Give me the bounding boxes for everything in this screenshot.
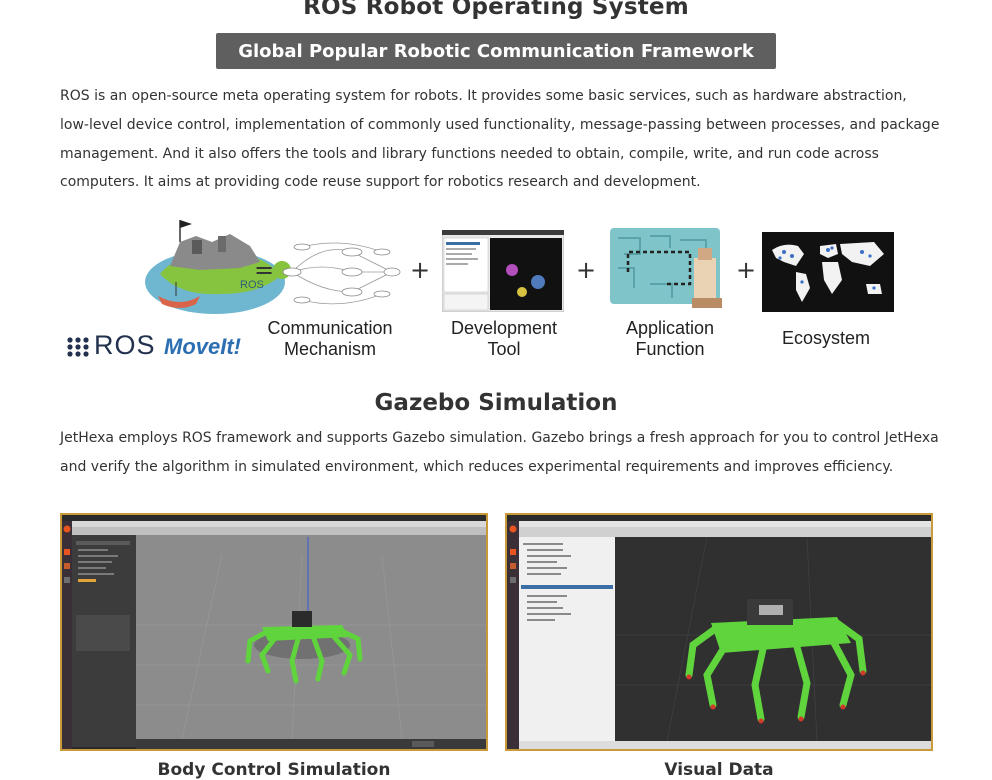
plus-sign-3: +	[736, 256, 757, 284]
page-title: ROS Robot Operating System	[303, 0, 689, 20]
rviz-window-image	[507, 515, 931, 749]
application-function-image	[610, 228, 722, 308]
caption-application: Application Function	[625, 318, 715, 359]
gazebo-window-image	[62, 515, 486, 749]
gazebo-paragraph: JetHexa employs ROS framework and suppor…	[60, 430, 939, 475]
ecosystem-map-image	[762, 232, 894, 312]
gazebo-title: Gazebo Simulation	[374, 390, 618, 416]
ros-logo-text: ROS	[94, 330, 156, 360]
plus-sign-1: +	[410, 256, 431, 284]
plus-sign-2: +	[576, 256, 597, 284]
caption-communication: Communication Mechanism	[267, 318, 393, 359]
caption-ecosystem: Ecosystem	[781, 328, 871, 348]
ros-equation: ROS ROS MoveIt! = Communication Mechanis…	[60, 208, 940, 368]
development-tool-image	[442, 230, 564, 312]
visual-data-screenshot	[505, 513, 933, 751]
caption-visual-data: Visual Data	[664, 760, 774, 780]
intro-paragraph: ROS is an open-source meta operating sys…	[60, 88, 940, 191]
body-control-simulation-screenshot	[60, 513, 488, 751]
ros-logo-dots-icon	[67, 337, 89, 357]
subtitle-badge: Global Popular Robotic Communication Fra…	[216, 33, 776, 69]
caption-development: Development Tool	[450, 318, 558, 359]
caption-body-control: Body Control Simulation	[157, 760, 391, 780]
communication-graph-image	[282, 242, 401, 305]
equals-sign: =	[254, 256, 275, 284]
moveit-logo-text: MoveIt!	[164, 334, 241, 359]
